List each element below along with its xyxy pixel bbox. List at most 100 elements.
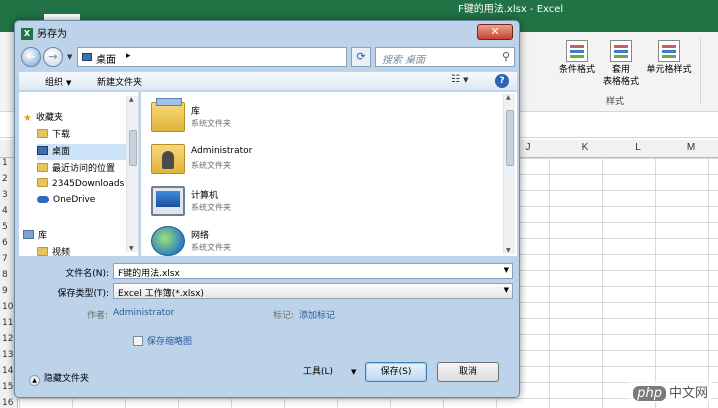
tools-label: 工具(L)	[303, 367, 334, 377]
nav-item-desktop[interactable]: 桌面	[37, 144, 127, 160]
desktop-icon	[37, 146, 48, 155]
search-placeholder: 搜索 桌面	[382, 55, 426, 66]
tags-value[interactable]: 添加标记	[299, 308, 335, 321]
new-folder-button[interactable]: 新建文件夹	[97, 75, 142, 88]
chevron-up-icon: ▲	[29, 375, 40, 386]
table-format-button[interactable]: 套用 表格格式	[596, 40, 646, 88]
nav-item-label: 收藏夹	[35, 113, 63, 123]
dialog-toolbar: 组织 ▼ 新建文件夹 ☷ ▼ ?	[19, 71, 517, 91]
tools-menu[interactable]: 工具(L) ▼	[303, 364, 356, 377]
excel-doc-title: F键的用法.xlsx - Excel	[458, 4, 564, 15]
close-button[interactable]: ✕	[477, 24, 513, 40]
refresh-button[interactable]: ⟳	[351, 47, 371, 67]
excel-app-icon: X	[21, 28, 33, 40]
watermark-text: 中文网	[668, 386, 708, 401]
row-header[interactable]: 2	[2, 174, 8, 184]
file-name: 库	[191, 107, 201, 117]
library-icon	[23, 230, 34, 239]
nav-item-downloads[interactable]: 下载	[37, 127, 127, 143]
cancel-button[interactable]: 取消	[437, 362, 499, 382]
save-button[interactable]: 保存(S)	[365, 362, 427, 382]
hide-folders-toggle[interactable]: ▲ 隐藏文件夹	[29, 371, 89, 386]
file-name: Administrator	[191, 146, 253, 156]
organize-menu[interactable]: 组织 ▼	[45, 75, 71, 88]
refresh-icon: ⟳	[356, 50, 366, 63]
nav-item-favorites[interactable]: ★ 收藏夹	[23, 110, 135, 126]
nav-item-recent[interactable]: 最近访问的位置	[37, 161, 127, 177]
nav-item-videos[interactable]: 视频	[37, 245, 127, 256]
row-header[interactable]: 5	[2, 222, 8, 232]
column-header-k[interactable]: K	[557, 142, 613, 153]
column-header-m[interactable]: M	[663, 142, 718, 153]
row-header[interactable]: 10	[2, 302, 13, 312]
row-header[interactable]: 9	[2, 286, 8, 296]
help-button[interactable]: ?	[495, 74, 509, 88]
cell-style-button[interactable]: 单元格样式	[642, 40, 696, 76]
help-icon: ?	[499, 76, 505, 86]
scrollbar-thumb[interactable]	[506, 110, 514, 166]
network-icon	[151, 226, 185, 256]
conditional-format-button[interactable]: 条件格式	[552, 40, 602, 76]
back-button[interactable]: ←	[21, 47, 41, 67]
row-header[interactable]: 15	[2, 382, 13, 392]
file-item-computer[interactable]: 计算机 系统文件夹	[151, 184, 491, 222]
row-header[interactable]: 14	[2, 366, 13, 376]
forward-arrow-icon: →	[48, 50, 58, 63]
row-header[interactable]: 1	[2, 158, 8, 168]
row-header[interactable]: 16	[2, 398, 13, 408]
view-options-button[interactable]: ☷ ▼	[451, 74, 469, 85]
nav-item-label: 桌面	[52, 147, 71, 157]
filetype-select[interactable]: Excel 工作簿(*.xlsx) ▼	[113, 283, 513, 299]
chevron-down-icon[interactable]: ▼	[504, 266, 509, 274]
chevron-down-icon: ▼	[66, 79, 72, 87]
row-header[interactable]: 4	[2, 206, 8, 216]
row-header[interactable]: 12	[2, 334, 13, 344]
filename-field[interactable]: F键的用法.xlsx ▼	[113, 263, 513, 279]
watermark-badge: php	[633, 386, 666, 401]
nav-pane-scrollbar[interactable]: ▲ ▼	[126, 96, 138, 252]
table-format-label-2: 表格格式	[602, 77, 639, 87]
file-item-library[interactable]: 库 系统文件夹	[151, 98, 491, 138]
nav-item-onedrive[interactable]: OneDrive	[37, 195, 127, 211]
search-input[interactable]: 搜索 桌面 ⚲	[375, 47, 515, 67]
nav-item-2345downloads[interactable]: 2345Downloads	[37, 178, 127, 194]
file-type: 系统文件夹	[191, 203, 231, 212]
file-item-administrator[interactable]: Administrator 系统文件夹	[151, 142, 491, 180]
cloud-icon	[37, 196, 49, 203]
file-type: 系统文件夹	[191, 243, 231, 252]
author-label: 作者:	[87, 311, 109, 321]
file-type: 系统文件夹	[191, 119, 231, 128]
author-value[interactable]: Administrator	[113, 308, 174, 318]
nav-item-label: 2345Downloads	[52, 179, 125, 189]
dialog-title-bar: X 另存为	[21, 25, 67, 43]
column-header-l[interactable]: L	[610, 142, 666, 153]
chevron-down-icon: ▼	[351, 368, 357, 376]
save-thumbnail-checkbox[interactable]	[133, 336, 143, 346]
row-header[interactable]: 6	[2, 238, 8, 248]
scroll-down-icon[interactable]: ▼	[506, 247, 511, 254]
chevron-right-icon[interactable]: ▸	[126, 51, 131, 61]
row-header[interactable]: 8	[2, 270, 8, 280]
row-header[interactable]: 13	[2, 350, 13, 360]
chevron-down-icon: ▼	[463, 76, 469, 84]
row-header[interactable]: 11	[2, 318, 13, 328]
chevron-down-icon[interactable]: ▼	[504, 286, 509, 294]
scroll-up-icon[interactable]: ▲	[506, 94, 511, 101]
view-icon: ☷	[451, 74, 460, 85]
filename-label: 文件名(N):	[65, 269, 109, 279]
filetype-value: Excel 工作簿(*.xlsx)	[118, 289, 204, 299]
address-bar[interactable]: 桌面 ▸ ▼	[77, 47, 399, 67]
address-path[interactable]: 桌面	[96, 51, 116, 66]
recent-locations-dropdown[interactable]: ▼	[67, 53, 72, 61]
file-list-scrollbar[interactable]: ▲ ▼	[503, 94, 515, 254]
row-header[interactable]: 7	[2, 254, 8, 264]
forward-button[interactable]: →	[43, 47, 63, 67]
file-item-network[interactable]: 网络 系统文件夹	[151, 224, 491, 256]
save-thumbnail-label[interactable]: 保存缩略图	[147, 334, 192, 347]
row-header[interactable]: 3	[2, 190, 8, 200]
scrollbar-thumb[interactable]	[129, 130, 137, 166]
scroll-down-icon[interactable]: ▼	[129, 245, 134, 252]
scroll-up-icon[interactable]: ▲	[129, 96, 134, 103]
nav-item-libraries[interactable]: 库	[23, 228, 135, 244]
folder-icon	[37, 129, 48, 138]
